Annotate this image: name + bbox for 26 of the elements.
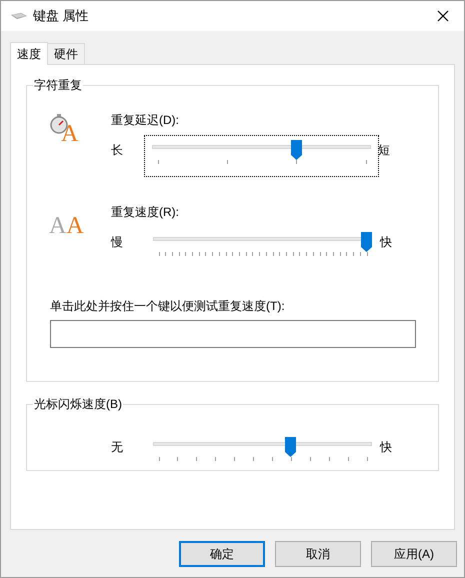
- slider-thumb[interactable]: [361, 232, 372, 252]
- keyboard-icon: [11, 12, 27, 20]
- slider-thumb[interactable]: [285, 437, 296, 457]
- test-input-field[interactable]: [50, 320, 416, 348]
- window-title: 键盘 属性: [33, 7, 89, 26]
- slider-min-label: 长: [111, 142, 124, 159]
- slider-min-label: 无: [111, 439, 124, 456]
- dialog-button[interactable]: 确定: [179, 541, 265, 567]
- icon-letter: A: [49, 214, 66, 238]
- slider-min-label: 慢: [111, 234, 124, 251]
- dialog-button[interactable]: 应用(A): [371, 541, 457, 567]
- slider-label: 重复速度(R):: [111, 204, 180, 220]
- tab[interactable]: 硬件: [47, 43, 85, 64]
- dialog-button[interactable]: 取消: [275, 541, 361, 567]
- group-title: 光标闪烁速度(B): [33, 396, 123, 412]
- tab[interactable]: 速度: [10, 42, 48, 65]
- slider-label: 重复延迟(D):: [111, 112, 180, 128]
- group-title: 字符重复: [33, 77, 83, 93]
- icon-letter: A: [66, 214, 84, 238]
- test-label: 单击此处并按住一个键以便测试重复速度(T):: [50, 298, 286, 314]
- icon-letter: A: [61, 122, 78, 146]
- close-icon: [437, 10, 449, 22]
- slider-max-label: 快: [380, 439, 392, 456]
- slider-max-label: 快: [380, 234, 392, 251]
- slider-max-label: 短: [378, 142, 390, 159]
- slider-thumb[interactable]: [291, 140, 302, 160]
